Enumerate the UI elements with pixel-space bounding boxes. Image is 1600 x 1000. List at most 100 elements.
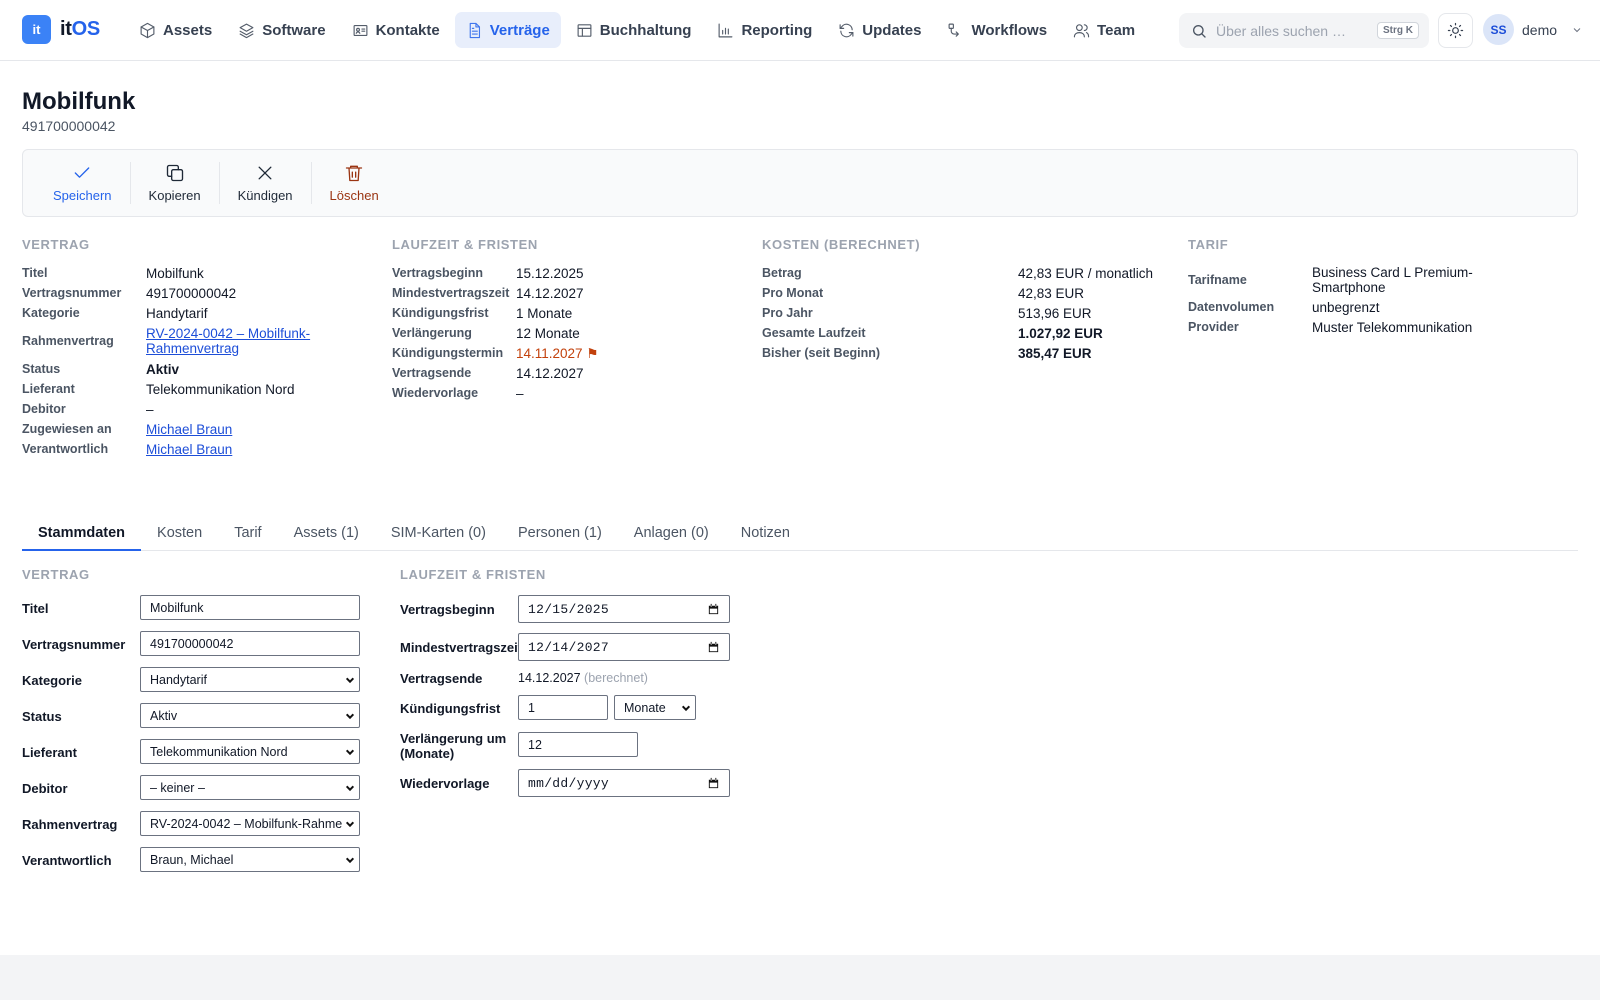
calendar-icon[interactable]: [707, 641, 720, 654]
summary-kosten: Betrag 42,83 EUR / monatlich Pro Monat 42,…: [762, 263, 1162, 363]
calendar-icon[interactable]: [707, 603, 720, 616]
field-label: Wiedervorlage: [392, 386, 479, 400]
avatar: SS: [1483, 14, 1514, 45]
tab-anlagen[interactable]: Anlagen (0): [618, 518, 725, 551]
rahmenvertrag-label: Rahmenvertrag: [22, 817, 118, 832]
contact-card-icon: [353, 24, 368, 36]
app-logo[interactable]: it itOS: [22, 15, 100, 44]
tab-notizen[interactable]: Notizen: [725, 518, 806, 551]
verlaengerung-input[interactable]: 12: [518, 732, 638, 757]
termination-date-value: 14.11.2027 ⚑: [516, 345, 599, 361]
assigned-person-link[interactable]: Michael Braun: [146, 422, 232, 437]
wiedervorlage-date-input[interactable]: mm/dd/yyyy: [518, 769, 730, 797]
verantwortlich-label: Verantwortlich: [22, 853, 112, 868]
field-value: 15.12.2025: [516, 265, 584, 281]
nav-item-kontakte[interactable]: Kontakte: [341, 12, 451, 48]
titel-label: Titel: [22, 601, 49, 616]
tab-assets[interactable]: Assets (1): [278, 518, 375, 551]
search-input[interactable]: [1216, 22, 1366, 39]
calendar-icon[interactable]: [707, 777, 720, 790]
nav-item-buchhaltung[interactable]: Buchhaltung: [565, 12, 703, 48]
tab-tarif[interactable]: Tarif: [218, 518, 277, 551]
field-value: Mobilfunk: [146, 265, 204, 281]
nav-item-updates[interactable]: Updates: [827, 12, 932, 48]
chevron-down-icon: [345, 713, 355, 719]
field-label: Rahmenvertrag: [22, 334, 114, 348]
field-label: Vertragsende: [392, 366, 472, 380]
delete-button[interactable]: Löschen: [312, 162, 397, 204]
field-label: Debitor: [22, 402, 66, 416]
nav-item-workflows[interactable]: Workflows: [936, 12, 1058, 48]
vertragsende-label: Vertragsende: [400, 671, 483, 686]
field-label: Kategorie: [22, 306, 80, 320]
vertragsnummer-label: Vertragsnummer: [22, 637, 126, 652]
top-bar: it itOS Assets Software Kontakte Verträg…: [0, 0, 1600, 61]
rahmenvertrag-select[interactable]: RV-2024-0042 – Mobilfunk-Rahme: [140, 811, 360, 836]
nav-item-team[interactable]: Team: [1062, 12, 1146, 48]
vertragsbeginn-date-input[interactable]: 12/15/2025: [518, 595, 730, 623]
kategorie-label: Kategorie: [22, 673, 82, 688]
kuendigungsfrist-unit-select[interactable]: Monate: [614, 695, 696, 720]
field-label: Bisher (seit Beginn): [762, 346, 881, 360]
field-label: Lieferant: [22, 382, 75, 396]
lieferant-select[interactable]: Telekommunikation Nord: [140, 739, 360, 764]
logo-badge: it: [22, 15, 51, 44]
chevron-down-icon: [681, 705, 691, 711]
field-value: 491700000042: [146, 285, 237, 301]
verantwortlich-select[interactable]: Braun, Michael: [140, 847, 360, 872]
status-select[interactable]: Aktiv: [140, 703, 360, 728]
theme-toggle-button[interactable]: [1438, 13, 1473, 48]
field-label: Pro Jahr: [762, 306, 813, 320]
summary-tarif-heading: TARIF: [1188, 237, 1229, 252]
users-icon: [1073, 23, 1090, 37]
computed-note: (berechnet): [584, 671, 648, 685]
page-title: Mobilfunk: [22, 88, 136, 115]
rahmenvertrag-link[interactable]: RV-2024-0042 – Mobilfunk-Rahmenvertrag: [146, 326, 310, 356]
field-value: Handytarif: [146, 305, 208, 321]
chevron-down-icon: [345, 857, 355, 863]
field-value: 14.12.2027: [516, 285, 584, 301]
titel-input[interactable]: Mobilfunk: [140, 595, 360, 620]
tab-personen[interactable]: Personen (1): [502, 518, 618, 551]
close-icon: [258, 166, 272, 180]
kategorie-select[interactable]: Handytarif: [140, 667, 360, 692]
field-label: Status: [22, 362, 61, 376]
copy-button[interactable]: Kopieren: [131, 162, 220, 204]
box-icon: [140, 22, 155, 38]
field-value: 1 Monate: [516, 305, 573, 321]
tab-sim-karten[interactable]: SIM-Karten (0): [375, 518, 502, 551]
nav-item-assets[interactable]: Assets: [128, 12, 223, 48]
status-badge: Aktiv: [146, 361, 180, 377]
user-menu[interactable]: SS demo: [1483, 14, 1583, 45]
nav-item-reporting[interactable]: Reporting: [706, 12, 823, 48]
cancel-contract-button[interactable]: Kündigen: [220, 162, 312, 204]
vertragsbeginn-label: Vertragsbeginn: [400, 602, 495, 617]
chevron-down-icon: [345, 785, 355, 791]
workflow-icon: [949, 23, 960, 37]
field-label: Datenvolumen: [1188, 300, 1275, 314]
summary-tarif: Tarifname Business Card L Premium-Smartph…: [1188, 263, 1548, 337]
field-label: Tarifname: [1188, 273, 1247, 287]
save-button[interactable]: Speichern: [35, 162, 131, 204]
tab-stammdaten[interactable]: Stammdaten: [22, 518, 142, 551]
vertragsnummer-input[interactable]: 491700000042: [140, 631, 360, 656]
responsible-person-link[interactable]: Michael Braun: [146, 442, 232, 457]
ledger-icon: [577, 23, 592, 37]
field-label: Pro Monat: [762, 286, 824, 300]
nav-item-vertraege[interactable]: Verträge: [454, 12, 561, 48]
page-footer: [0, 955, 1600, 1000]
refresh-icon: [839, 23, 854, 37]
summary-laufzeit-heading: LAUFZEIT & FRISTEN: [392, 237, 538, 252]
kuendigungsfrist-input[interactable]: 1: [518, 695, 608, 720]
field-value: –: [146, 401, 154, 417]
field-label: Zugewiesen an: [22, 422, 112, 436]
global-search[interactable]: Strg K: [1179, 13, 1429, 48]
action-toolbar: Speichern Kopieren Kündigen Löschen: [22, 149, 1578, 217]
debitor-select[interactable]: – keiner –: [140, 775, 360, 800]
tab-kosten[interactable]: Kosten: [141, 518, 218, 551]
nav-item-software[interactable]: Software: [227, 12, 336, 48]
verlaengerung-label: Verlängerung um (Monate): [400, 731, 507, 761]
search-icon: [1193, 24, 1206, 38]
field-value: unbegrenzt: [1312, 299, 1380, 315]
mindestvertragszeit-date-input[interactable]: 12/14/2027: [518, 633, 730, 661]
